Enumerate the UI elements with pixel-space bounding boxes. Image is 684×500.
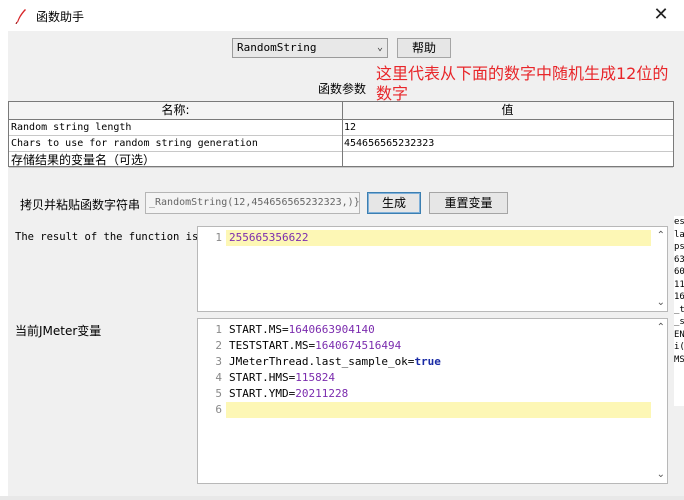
code-line: START.HMS=115824 bbox=[229, 371, 335, 384]
jmeter-feather-icon bbox=[14, 8, 28, 25]
result-editor[interactable]: 1 255665356622 ⌃ ⌄ bbox=[197, 226, 668, 312]
param-value-cell[interactable] bbox=[342, 152, 673, 168]
column-divider bbox=[342, 102, 343, 166]
param-name-cell: 存储结果的变量名（可选） bbox=[9, 152, 342, 168]
line-number: 3 bbox=[215, 355, 222, 368]
scroll-up-icon[interactable]: ⌃ bbox=[657, 230, 665, 241]
function-params-label: 函数参数 bbox=[318, 82, 367, 96]
line-number: 1 bbox=[215, 231, 222, 244]
result-label: The result of the function is bbox=[15, 231, 199, 243]
code-line: JMeterThread.last_sample_ok=true bbox=[229, 355, 441, 368]
code-line: START.YMD=20211228 bbox=[229, 387, 349, 400]
jmeter-vars-label: 当前JMeter变量 bbox=[15, 324, 102, 338]
param-name-cell: Random string length bbox=[9, 120, 342, 136]
scroll-down-icon[interactable]: ⌄ bbox=[657, 469, 665, 480]
function-select-value: RandomString bbox=[237, 41, 317, 54]
annotation-text: 这里代表从下面的数字中随机生成12位的数字 bbox=[376, 64, 669, 103]
generate-button[interactable]: 生成 bbox=[367, 192, 421, 214]
vertical-scrollbar[interactable]: ⌃ ⌄ bbox=[653, 227, 667, 311]
chevron-down-icon: ⌄ bbox=[376, 42, 383, 53]
param-name-cell: Chars to use for random string generatio… bbox=[9, 136, 342, 152]
scroll-down-icon[interactable]: ⌄ bbox=[657, 297, 665, 308]
column-header-value: 值 bbox=[342, 102, 673, 120]
params-table: 名称: 值 Random string length 12 Chars to u… bbox=[8, 101, 674, 168]
vertical-scrollbar[interactable]: ⌃ ⌄ bbox=[653, 319, 667, 483]
line-number: 6 bbox=[215, 403, 222, 416]
line-number: 2 bbox=[215, 339, 222, 352]
title-bar bbox=[0, 0, 684, 31]
reset-variables-button[interactable]: 重置变量 bbox=[429, 192, 508, 214]
code-line: START.MS=1640663904140 bbox=[229, 323, 375, 336]
close-button[interactable]: ✕ bbox=[650, 5, 672, 25]
result-value: 255665356622 bbox=[229, 231, 309, 244]
current-line-highlight bbox=[226, 402, 651, 418]
function-select[interactable]: RandomString ⌄ bbox=[232, 38, 388, 58]
line-number: 5 bbox=[215, 387, 222, 400]
param-value-cell[interactable]: 454656565232323 bbox=[342, 136, 673, 152]
copy-paste-label: 拷贝并粘贴函数字符串 bbox=[20, 198, 141, 212]
line-number: 4 bbox=[215, 371, 222, 384]
code-line: TESTSTART.MS=1640674516494 bbox=[229, 339, 402, 352]
help-button[interactable]: 帮助 bbox=[397, 38, 451, 58]
background-window-text: es la ps 63 60 11 16 _t _s EN i( MS bbox=[674, 216, 684, 406]
jmeter-vars-editor[interactable]: 1 START.MS=1640663904140 2 TESTSTART.MS=… bbox=[197, 318, 668, 484]
window-bottom-edge bbox=[0, 496, 684, 500]
param-value-cell[interactable]: 12 bbox=[342, 120, 673, 136]
function-string-field[interactable]: _RandomString(12,454656565232323,)} bbox=[145, 192, 360, 214]
column-header-name: 名称: bbox=[9, 102, 342, 120]
line-number: 1 bbox=[215, 323, 222, 336]
window-title: 函数助手 bbox=[36, 10, 85, 24]
scroll-up-icon[interactable]: ⌃ bbox=[657, 322, 665, 333]
